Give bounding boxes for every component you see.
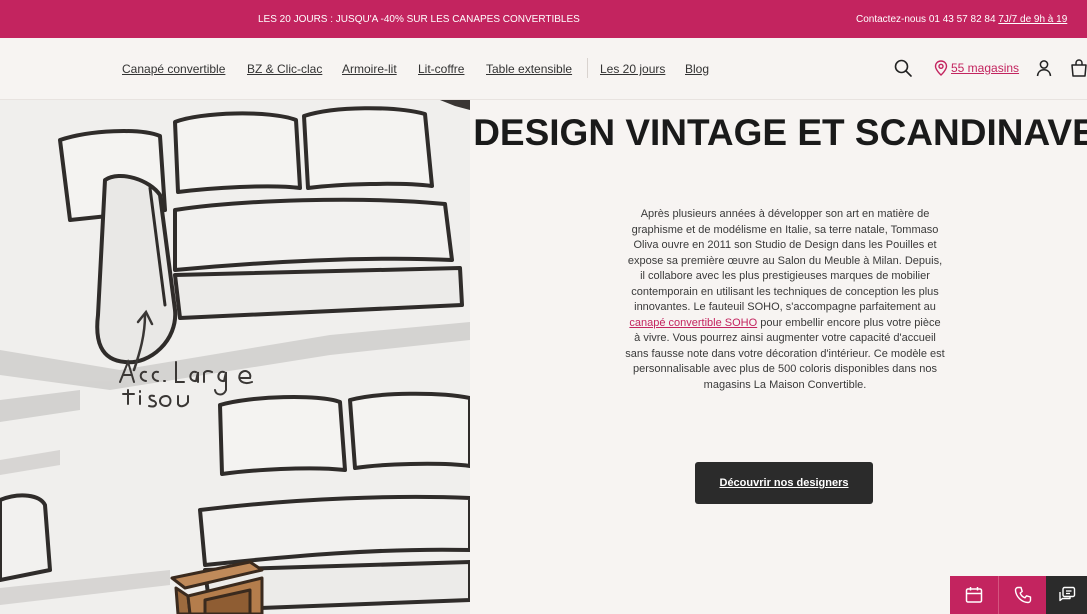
stores-label: 55 magasins <box>951 61 1020 75</box>
contact-hours-link[interactable]: 7J/7 de 9h à 19 <box>998 14 1067 25</box>
nav-item-armoire-lit[interactable]: Armoire-lit <box>342 62 397 76</box>
main-nav: Canapé convertible BZ & Clic-clac Armoir… <box>0 38 1087 100</box>
nav-item-lit-coffre[interactable]: Lit-coffre <box>418 62 464 76</box>
description-part-1: Après plusieurs années à développer son … <box>627 208 943 313</box>
contact-info: Contactez-nous 01 43 57 82 84 7J/7 de 9h… <box>856 14 1067 25</box>
discover-designers-button[interactable]: Découvrir nos designers <box>695 462 873 504</box>
search-icon[interactable] <box>893 58 913 78</box>
soho-sofa-link[interactable]: canapé convertible SOHO <box>629 317 757 329</box>
nav-item-les-20-jours[interactable]: Les 20 jours <box>600 62 665 76</box>
designer-description: Après plusieurs années à développer son … <box>625 207 945 393</box>
nav-divider <box>587 58 588 78</box>
hero-sketch-image <box>0 100 470 614</box>
nav-item-table-extensible[interactable]: Table extensible <box>486 62 572 76</box>
chat-icon[interactable] <box>1046 576 1087 614</box>
nav-item-bz-clic-clac[interactable]: BZ & Clic-clac <box>247 62 322 76</box>
user-icon[interactable] <box>1034 58 1054 78</box>
page-title: DESIGN VINTAGE ET SCANDINAVE <box>473 112 1087 153</box>
contact-phone: Contactez-nous 01 43 57 82 84 <box>856 14 999 25</box>
nav-item-canape-convertible[interactable]: Canapé convertible <box>122 62 225 76</box>
promo-text: LES 20 JOURS : JUSQU'A -40% SUR LES CANA… <box>258 14 580 25</box>
content-panel: DESIGN VINTAGE ET SCANDINAVE Après plusi… <box>470 100 1087 614</box>
floating-action-bar <box>950 576 1087 614</box>
bag-icon[interactable] <box>1069 58 1087 78</box>
stores-link[interactable]: 55 magasins <box>934 57 1019 79</box>
calendar-icon[interactable] <box>950 576 998 614</box>
promo-bar: LES 20 JOURS : JUSQU'A -40% SUR LES CANA… <box>0 0 1087 38</box>
nav-item-blog[interactable]: Blog <box>685 62 709 76</box>
phone-icon[interactable] <box>998 576 1046 614</box>
location-pin-icon <box>934 60 948 76</box>
